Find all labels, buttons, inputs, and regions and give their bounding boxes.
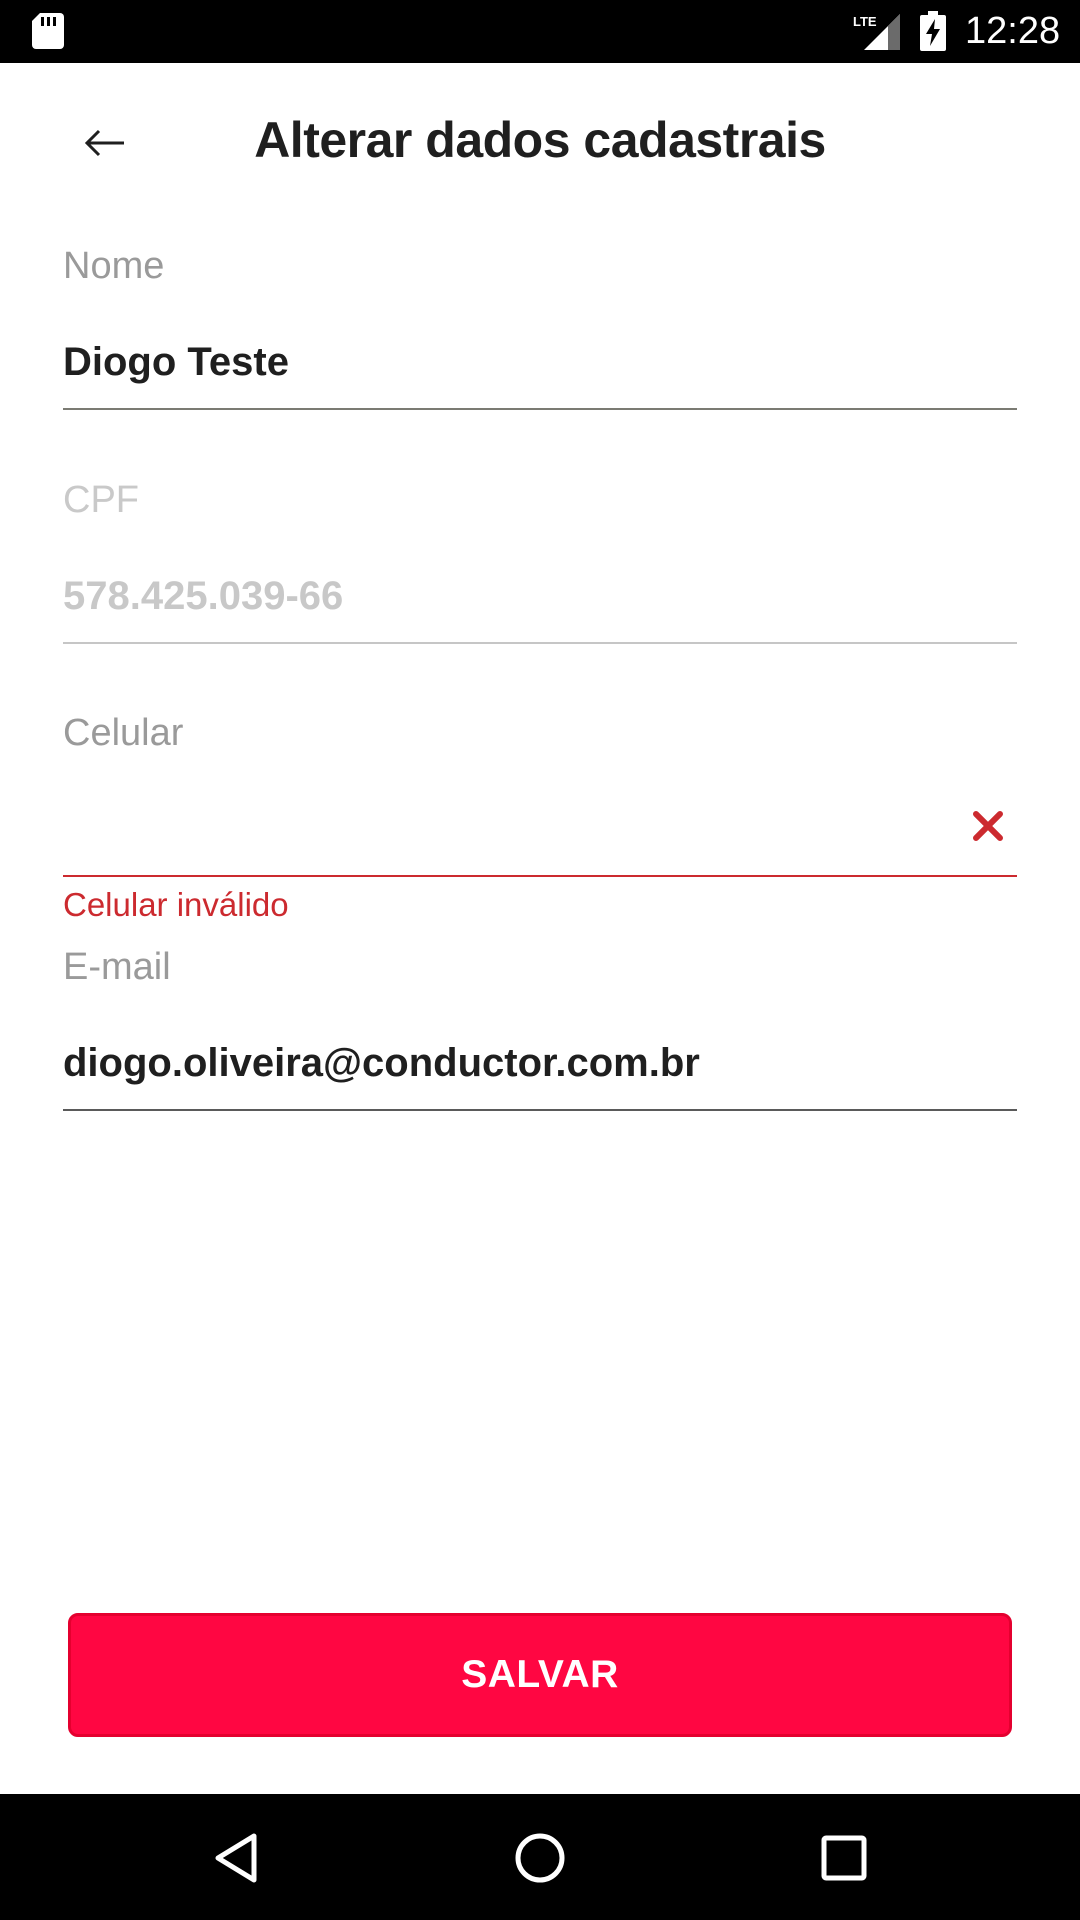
save-button[interactable]: SALVAR bbox=[68, 1613, 1012, 1737]
cpf-label: CPF bbox=[63, 479, 139, 521]
status-time: 12:28 bbox=[965, 10, 1061, 52]
svg-text:LTE: LTE bbox=[853, 14, 877, 29]
status-bar: LTE 12:28 bbox=[0, 0, 1080, 63]
cpf-input bbox=[63, 566, 1017, 626]
close-icon[interactable] bbox=[971, 809, 1005, 843]
cpf-underline bbox=[63, 642, 1017, 644]
lte-signal-icon: LTE bbox=[853, 14, 900, 50]
phone-underline bbox=[63, 875, 1017, 877]
phone-field: Celular Celular inválido bbox=[63, 711, 1017, 925]
sd-card-icon bbox=[32, 13, 64, 49]
email-label: E-mail bbox=[63, 946, 171, 988]
email-input[interactable] bbox=[63, 1033, 1017, 1093]
screen: LTE 12:28 Alterar dados cadastrais Nome … bbox=[0, 0, 1080, 1920]
name-input[interactable] bbox=[63, 332, 1017, 392]
navigation-bar bbox=[0, 1794, 1080, 1920]
page-title: Alterar dados cadastrais bbox=[254, 112, 826, 168]
nav-home-icon[interactable] bbox=[508, 1826, 572, 1890]
email-field: E-mail bbox=[63, 945, 1017, 1111]
cpf-field: CPF bbox=[63, 478, 1017, 644]
nav-back-icon[interactable] bbox=[206, 1826, 270, 1890]
nav-recents-icon[interactable] bbox=[812, 1826, 876, 1890]
name-label: Nome bbox=[63, 245, 165, 287]
phone-input-row bbox=[63, 799, 1017, 859]
phone-error-text: Celular inválido bbox=[63, 886, 289, 923]
arrow-left-icon bbox=[84, 129, 124, 157]
name-underline bbox=[63, 408, 1017, 410]
phone-input[interactable] bbox=[63, 799, 1017, 859]
battery-charging-icon bbox=[920, 11, 946, 51]
phone-label: Celular bbox=[63, 712, 184, 754]
back-button[interactable] bbox=[72, 110, 138, 176]
name-field: Nome bbox=[63, 244, 1017, 410]
email-underline bbox=[63, 1109, 1017, 1111]
